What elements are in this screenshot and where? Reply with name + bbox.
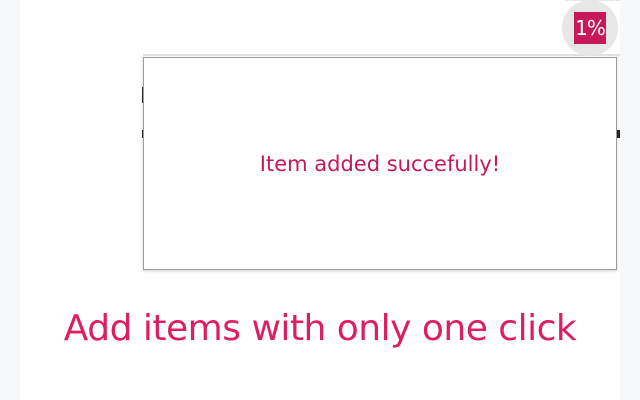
toolbar-bottom-border — [143, 54, 620, 56]
extension-popup: Item added succefully! — [143, 57, 617, 270]
promo-tagline: Add items with only one click — [63, 308, 577, 349]
success-message: Item added succefully! — [259, 152, 501, 176]
one-percent-icon: 1% — [574, 12, 606, 44]
